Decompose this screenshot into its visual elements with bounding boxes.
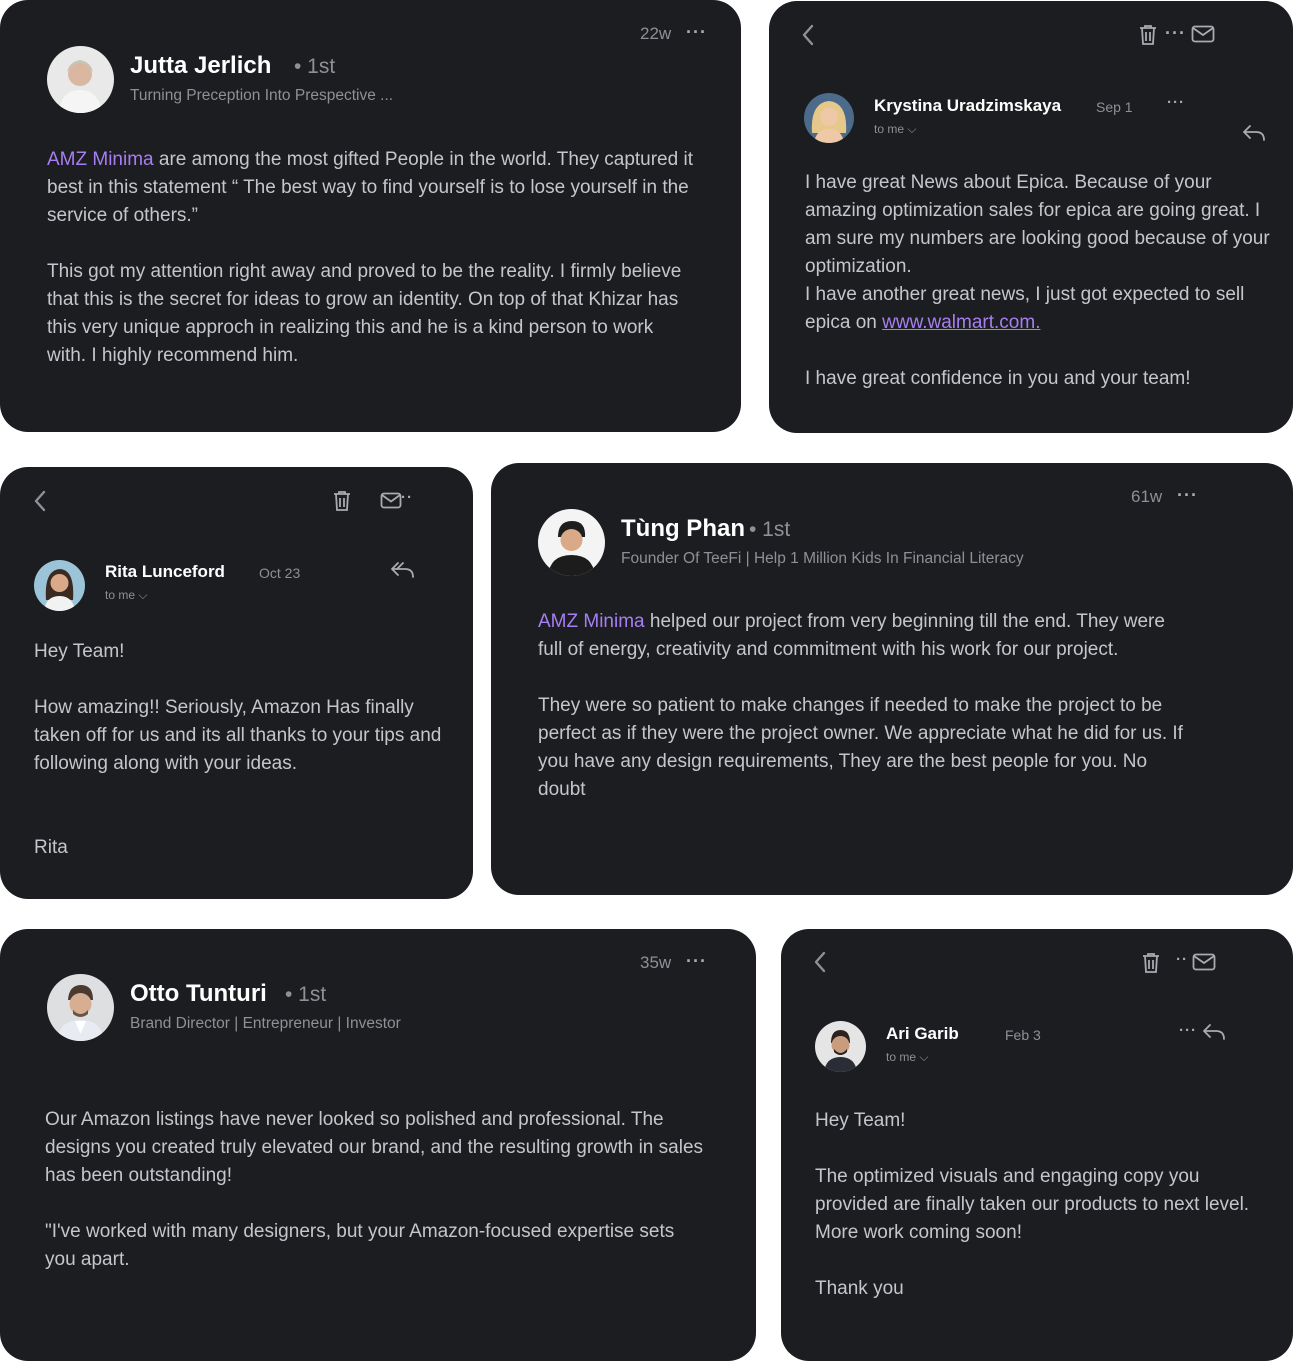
paragraph: How amazing!! Seriously, Amazon Has fina… [34, 697, 442, 774]
recipient-toggle[interactable]: to me ⌵ [874, 122, 916, 137]
more-options-icon[interactable]: ·· [401, 489, 413, 506]
walmart-link[interactable]: www.walmart.com. [882, 312, 1040, 333]
greeting: Hey Team! [815, 1110, 906, 1131]
email-date: Oct 23 [259, 565, 301, 581]
reply-icon[interactable] [1242, 124, 1266, 142]
brand-mention[interactable]: AMZ Minima [47, 149, 154, 170]
avatar [815, 1021, 866, 1072]
recipient-label: to me [886, 1050, 917, 1064]
author-headline: Founder Of TeeFi | Help 1 Million Kids I… [621, 550, 1024, 567]
email-card-rita: ·· Rita Lunceford Oct 23 to me ⌵ Hey Tea… [0, 467, 473, 899]
trash-icon[interactable] [332, 490, 352, 512]
author-name[interactable]: Jutta Jerlich [130, 52, 271, 80]
author-name[interactable]: Otto Tunturi [130, 980, 267, 1008]
connection-degree: • 1st [749, 518, 791, 541]
mail-icon[interactable] [380, 492, 402, 509]
avatar [804, 93, 854, 143]
paragraph: I have great confidence in you and your … [805, 368, 1191, 389]
reply-icon[interactable] [1202, 1023, 1226, 1041]
more-options-icon[interactable]: ··· [1177, 485, 1198, 506]
post-age: 22w [640, 24, 672, 43]
more-options-icon[interactable]: ··· [1167, 94, 1185, 111]
recipient-toggle[interactable]: to me ⌵ [105, 588, 147, 603]
more-options-icon[interactable]: ··· [1165, 23, 1186, 44]
connection-degree: • 1st [294, 55, 336, 78]
paragraph: They were so patient to make changes if … [538, 695, 1183, 800]
recipient-label: to me [105, 588, 136, 602]
post-age: 35w [640, 953, 672, 972]
more-options-icon[interactable]: ··· [1179, 1022, 1197, 1039]
paragraph: Our Amazon listings have never looked so… [45, 1109, 704, 1186]
more-options-icon[interactable]: ·· [1176, 951, 1188, 968]
greeting: Hey Team! [34, 641, 125, 662]
back-arrow-icon[interactable] [813, 950, 827, 974]
mail-icon[interactable] [1191, 25, 1215, 43]
email-date: Sep 1 [1096, 99, 1133, 115]
testimonial-card-jutta: 22w ··· Jutta Jerlich • 1st Turning Prec… [0, 0, 741, 432]
sender-name[interactable]: Rita Lunceford [105, 562, 225, 582]
post-age: 61w [1131, 487, 1163, 506]
trash-icon[interactable] [1141, 952, 1161, 974]
reply-all-icon[interactable] [389, 561, 415, 579]
sender-name[interactable]: Ari Garib [886, 1024, 959, 1044]
avatar [47, 46, 114, 113]
email-card-krystina: ··· Krystina Uradzimskaya Sep 1 ··· to m… [769, 1, 1293, 433]
avatar [47, 974, 114, 1041]
paragraph: The optimized visuals and engaging copy … [815, 1166, 1250, 1243]
testimonial-card-tung: 61w ··· Tùng Phan • 1st Founder Of TeeFi… [491, 463, 1293, 895]
author-headline: Turning Preception Into Prespective ... [130, 87, 394, 104]
email-body: I have great News about Epica. Because o… [805, 169, 1279, 393]
more-options-icon[interactable]: ··· [686, 951, 707, 972]
more-options-icon[interactable]: ··· [686, 22, 707, 43]
avatar [34, 560, 85, 611]
email-date: Feb 3 [1005, 1027, 1041, 1043]
testimonial-text: AMZ Minima are among the most gifted Peo… [47, 146, 697, 370]
testimonial-card-otto: 35w ··· Otto Tunturi • 1st Brand Directo… [0, 929, 756, 1361]
brand-mention[interactable]: AMZ Minima [538, 611, 645, 632]
author-headline: Brand Director | Entrepreneur | Investor [130, 1015, 401, 1032]
sender-name[interactable]: Krystina Uradzimskaya [874, 96, 1061, 116]
paragraph: "I've worked with many designers, but yo… [45, 1221, 675, 1270]
signature: Thank you [815, 1278, 904, 1299]
mail-icon[interactable] [1192, 953, 1216, 971]
trash-icon[interactable] [1138, 24, 1158, 46]
avatar [538, 509, 605, 576]
paragraph: I have great News about Epica. Because o… [805, 172, 1270, 277]
paragraph: This got my attention right away and pro… [47, 261, 682, 366]
back-arrow-icon[interactable] [33, 489, 47, 513]
email-body: Hey Team! How amazing!! Seriously, Amazo… [34, 638, 449, 862]
testimonial-text: Our Amazon listings have never looked so… [45, 1106, 710, 1274]
testimonial-text: AMZ Minima helped our project from very … [538, 608, 1193, 804]
connection-degree: • 1st [285, 983, 327, 1006]
email-card-ari: ·· Ari Garib Feb 3 ··· to me ⌵ Hey Team!… [781, 929, 1293, 1361]
recipient-toggle[interactable]: to me ⌵ [886, 1050, 928, 1065]
back-arrow-icon[interactable] [801, 23, 815, 47]
recipient-label: to me [874, 122, 905, 136]
signature: Rita [34, 837, 68, 858]
author-name[interactable]: Tùng Phan [621, 515, 745, 543]
email-body: Hey Team! The optimized visuals and enga… [815, 1107, 1255, 1303]
